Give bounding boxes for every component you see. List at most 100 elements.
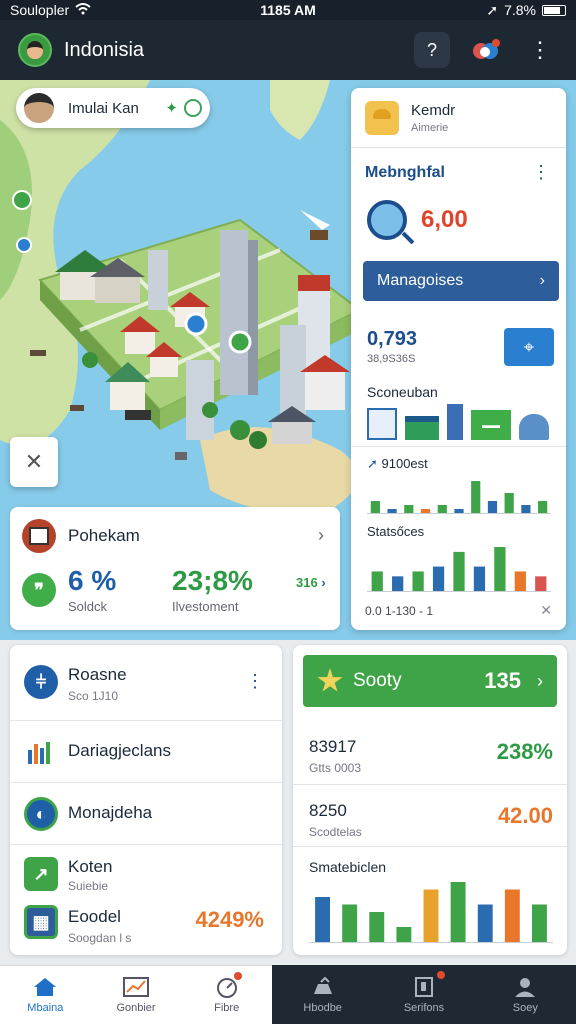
chart-bar — [473, 566, 486, 591]
notification-dot — [234, 972, 243, 980]
category-title: Sconeuban — [367, 384, 438, 400]
chart-bar — [504, 889, 520, 942]
location-arrow-icon: ➚ — [486, 1, 499, 18]
score-row[interactable]: 8250 Scodtelas 42.00 — [293, 785, 567, 847]
score-label: Sooty — [353, 670, 402, 691]
chevron-right-icon: › — [321, 575, 326, 590]
nav-serifons[interactable]: Serifons — [373, 965, 474, 1024]
row-menu-icon[interactable]: ⋮ — [246, 671, 264, 692]
chart-bar — [392, 576, 404, 591]
investment-value: 23;8% — [172, 565, 253, 596]
help-button[interactable]: ? — [414, 32, 450, 68]
search-icon[interactable] — [367, 200, 407, 240]
help-icon: ? — [426, 39, 437, 60]
nav-label: Fibre — [214, 1002, 240, 1014]
nav-hbodbe[interactable]: Hbodbe — [272, 965, 373, 1024]
chevron-right-icon[interactable]: › — [318, 525, 324, 546]
chart-bar — [453, 551, 465, 591]
chart-bar — [342, 904, 358, 942]
summary-card[interactable]: Pohekam › ❞ 6 % Soldck 23;8% Ilvestoment… — [10, 507, 340, 630]
person-icon — [515, 977, 536, 997]
chart-bar — [396, 927, 412, 942]
summary-title: Pohekam — [68, 526, 140, 545]
chart-bar — [437, 505, 447, 513]
manage-button[interactable]: Managoises › — [363, 261, 559, 301]
bar-chart-icon — [24, 735, 58, 769]
globe-icon: ◐ — [24, 797, 58, 831]
category-icons: ▬▬ — [367, 404, 549, 440]
chart-bar — [487, 501, 498, 513]
side-panel-footer: 0.0 1-130 - 1 — [365, 604, 434, 618]
building-icon[interactable] — [447, 404, 463, 440]
score-value: 135 — [484, 668, 521, 693]
mini-stat[interactable]: 316 › — [296, 575, 326, 590]
list-item[interactable]: ◐ Monajdeha — [10, 783, 282, 845]
list-item[interactable]: Dariagjeclans — [10, 721, 282, 783]
list-item[interactable]: ↗ Koten Suiebie — [10, 845, 282, 897]
divider — [351, 446, 566, 447]
collapse-button[interactable]: ✕ — [10, 437, 58, 487]
app-bar: Indonisia ? ⋮ — [0, 20, 576, 80]
chart-box-icon: ↗ — [24, 857, 58, 891]
wifi-icon — [75, 2, 91, 18]
list-item-sub: Soogdan l s — [68, 931, 132, 945]
collapse-icon: ✕ — [24, 449, 44, 474]
score-row-sub: Scodtelas — [309, 825, 362, 839]
star-icon — [317, 668, 343, 692]
chart-bar — [412, 571, 424, 591]
leaf-icon: ✦ — [165, 100, 178, 117]
arrow-icon: ➚ — [367, 456, 382, 471]
side-panel: Kemdr Aimerie Mebnghfal ⋮ 6,00 Managoise… — [351, 88, 566, 630]
score-row-value: 83917 — [309, 737, 357, 756]
nav-profile[interactable]: Soey — [475, 965, 576, 1024]
crosshair-icon: ⌖ — [523, 336, 535, 357]
notifications-button[interactable] — [468, 32, 504, 68]
profile-avatar[interactable] — [18, 33, 52, 67]
list-item-title: Eoodel — [68, 907, 121, 926]
gps-button[interactable]: ⌖ — [504, 328, 554, 366]
quote-icon: ❞ — [22, 573, 56, 607]
nav-fibre[interactable]: Fibre — [181, 966, 272, 1024]
list-item[interactable]: ⫩ Roasne Sco 1J10 ⋮ — [10, 645, 282, 721]
score-row-percent: 238% — [496, 739, 553, 764]
chart-bar — [514, 571, 526, 591]
score-row[interactable]: 83917 Gtts 0003 238% — [293, 723, 567, 785]
score-row-value: 8250 — [309, 801, 347, 820]
bottom-nav: Mbaina Gonbier Fibre Hbodbe Serifons Soe… — [0, 965, 576, 1024]
chart-bar — [370, 501, 380, 513]
list-item-value: 4249% — [195, 907, 264, 932]
manage-button-label: Managoises — [377, 272, 464, 289]
nav-home[interactable]: Mbaina — [0, 966, 91, 1024]
chart-bar — [538, 501, 548, 513]
document-icon[interactable] — [367, 408, 397, 440]
location-chip[interactable]: Imulai Kan ✦ — [16, 88, 210, 128]
house-icon[interactable] — [405, 416, 439, 440]
score-card: Sooty 135 › 83917 Gtts 0003 238% 8250 Sc… — [293, 645, 567, 955]
chevron-right-icon: › — [539, 272, 545, 289]
score-button[interactable]: Sooty 135 › — [303, 655, 557, 707]
chart-bar — [471, 481, 481, 513]
notification-dot — [436, 971, 445, 979]
more-menu-button[interactable]: ⋮ — [522, 32, 558, 68]
worker-icon — [365, 100, 399, 135]
chart-bar — [494, 547, 506, 591]
green-card-icon[interactable]: ▬▬ — [471, 410, 511, 440]
list-item[interactable]: ▦ Eoodel Soogdan l s 4249% — [10, 897, 282, 955]
list-item-sub: Suiebie — [68, 879, 109, 893]
bookmark-icon — [414, 976, 433, 997]
search-value: 6,00 — [421, 206, 468, 233]
nav-gonbier[interactable]: Gonbier — [91, 966, 182, 1024]
battery-icon — [542, 4, 566, 16]
chart-bar — [315, 897, 331, 942]
section-menu-icon[interactable]: ⋮ — [532, 162, 550, 183]
side-panel-header[interactable]: Kemdr Aimerie — [351, 88, 566, 148]
chart-bar — [531, 904, 547, 942]
chevron-right-icon: › — [537, 670, 543, 691]
dome-icon[interactable] — [519, 414, 549, 440]
target-icon — [184, 99, 202, 117]
close-icon[interactable]: ✕ — [540, 602, 552, 619]
chart-bar — [387, 509, 397, 513]
nav-label: Mbaina — [27, 1002, 64, 1014]
carrier-label: Soulopler — [10, 2, 70, 18]
home-icon — [34, 978, 57, 996]
